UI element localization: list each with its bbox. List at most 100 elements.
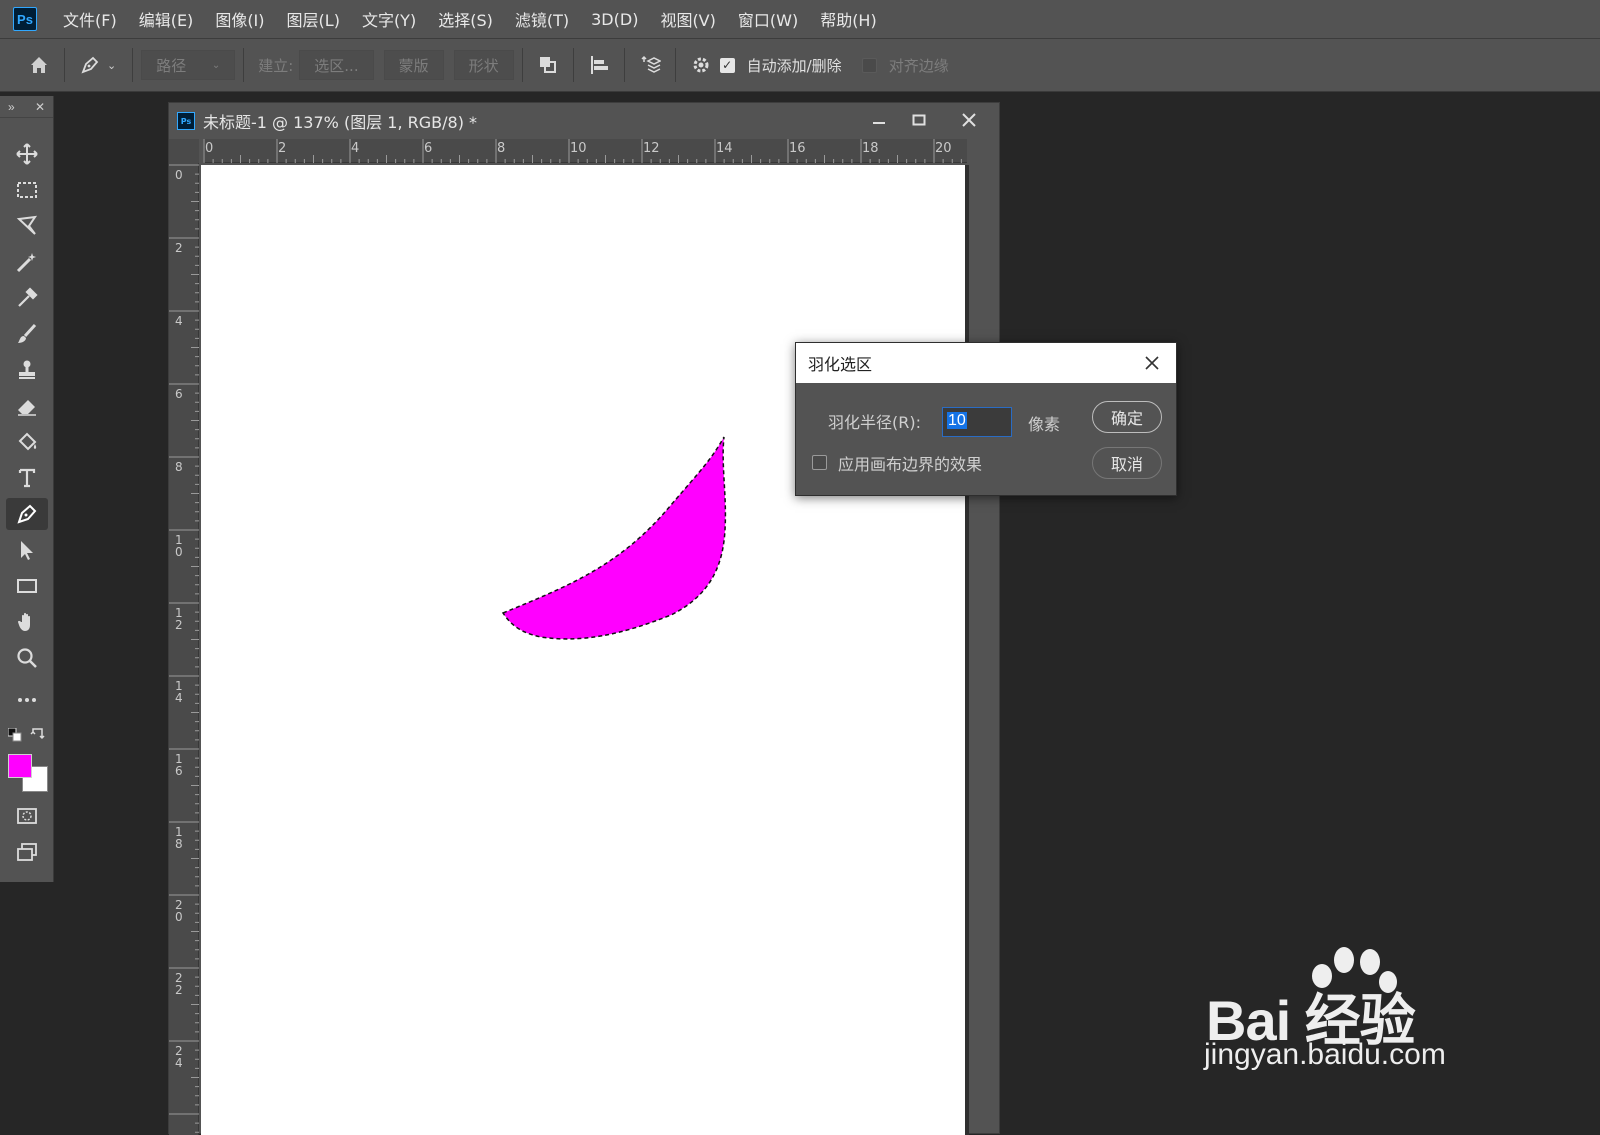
collapse-icon[interactable]: » bbox=[8, 100, 15, 114]
menu-3d[interactable]: 3D(D) bbox=[591, 10, 638, 29]
eraser-tool-icon[interactable] bbox=[6, 390, 48, 422]
ruler-left-label: 6 bbox=[175, 387, 183, 401]
eyedropper-tool-icon[interactable] bbox=[6, 282, 48, 314]
move-tool-icon[interactable] bbox=[6, 138, 48, 170]
ruler-top-label: 20 bbox=[935, 141, 952, 156]
ruler-left-label: 1 6 bbox=[175, 752, 183, 778]
ruler-left-label: 1 0 bbox=[175, 533, 183, 559]
window-controls bbox=[859, 103, 999, 137]
shape-button[interactable]: 形状 bbox=[453, 50, 514, 80]
maximize-button[interactable] bbox=[899, 105, 939, 135]
menu-select[interactable]: 选择(S) bbox=[438, 7, 493, 31]
ruler-left-label: 2 0 bbox=[175, 898, 183, 924]
hand-tool-icon[interactable] bbox=[6, 606, 48, 638]
align-edges-checkbox[interactable] bbox=[861, 57, 877, 73]
auto-add-delete-label: 自动添加/删除 bbox=[746, 56, 842, 75]
rectangle-tool-icon[interactable] bbox=[6, 570, 48, 602]
vertical-ruler[interactable]: 0 2 4 6 8 1 0 1 2 1 4 1 6 1 8 2 0 2 2 2 … bbox=[169, 163, 199, 1135]
feather-radius-input[interactable]: 10 bbox=[942, 407, 1012, 437]
mode-select[interactable]: 路径 ⌄ bbox=[141, 50, 236, 80]
align-edges-label: 对齐边缘 bbox=[888, 56, 949, 75]
magic-wand-tool-icon[interactable] bbox=[6, 246, 48, 278]
ruler-left-label: 2 4 bbox=[175, 1044, 183, 1070]
menu-view[interactable]: 视图(V) bbox=[660, 7, 715, 31]
lasso-tool-icon[interactable] bbox=[6, 210, 48, 242]
chevron-down-icon[interactable]: ⌄ bbox=[107, 59, 116, 72]
ruler-corner[interactable] bbox=[169, 139, 199, 163]
ruler-top-label: 10 bbox=[570, 141, 587, 156]
path-alignment-icon[interactable] bbox=[582, 48, 616, 82]
horizontal-ruler[interactable]: 0 2 4 6 8 10 12 14 16 18 20 bbox=[203, 139, 967, 163]
home-icon[interactable] bbox=[22, 48, 56, 82]
dialog-title: 羽化选区 bbox=[808, 355, 873, 374]
photoshop-logo-icon: Ps bbox=[13, 7, 37, 31]
type-tool-icon[interactable] bbox=[6, 462, 48, 494]
close-icon[interactable]: ✕ bbox=[35, 100, 45, 114]
watermark-url: jingyan.baidu.com bbox=[1204, 1038, 1446, 1071]
ruler-top-label: 4 bbox=[351, 141, 360, 156]
tools-panel-header: » ✕ bbox=[0, 96, 53, 118]
mode-select-value: 路径 bbox=[156, 56, 187, 75]
ruler-top-label: 8 bbox=[497, 141, 506, 156]
gear-icon[interactable] bbox=[684, 48, 718, 82]
ruler-left-label: 4 bbox=[175, 314, 183, 328]
baidu-jingyan-watermark: Bai 经验 jingyan.baidu.com bbox=[1200, 940, 1500, 1080]
default-colors-icon[interactable] bbox=[7, 727, 22, 742]
ruler-left-label: 1 2 bbox=[175, 606, 183, 632]
path-operations-icon[interactable] bbox=[531, 48, 565, 82]
pen-tool-preset-icon[interactable] bbox=[73, 48, 107, 82]
screen-mode-icon[interactable] bbox=[6, 836, 48, 868]
tools-panel: » ✕ bbox=[0, 96, 54, 882]
cancel-button[interactable]: 取消 bbox=[1092, 447, 1162, 479]
unit-label: 像素 bbox=[1028, 415, 1061, 434]
document-window: Ps 未标题-1 @ 137% (图层 1, RGB/8) * 0 2 4 6 … bbox=[168, 102, 1000, 1135]
pen-tool-icon[interactable] bbox=[6, 498, 48, 530]
foreground-color-swatch[interactable] bbox=[8, 754, 32, 778]
ruler-top-label: 6 bbox=[424, 141, 433, 156]
brush-tool-icon[interactable] bbox=[6, 318, 48, 350]
chevron-down-icon: ⌄ bbox=[211, 59, 221, 71]
mask-button[interactable]: 蒙版 bbox=[383, 50, 444, 80]
ruler-top-label: 12 bbox=[643, 141, 660, 156]
menu-filter[interactable]: 滤镜(T) bbox=[515, 7, 569, 31]
ruler-left-label: 8 bbox=[175, 460, 183, 474]
menu-edit[interactable]: 编辑(E) bbox=[139, 7, 194, 31]
path-arrangement-icon[interactable] bbox=[633, 48, 667, 82]
close-icon[interactable] bbox=[1140, 351, 1164, 375]
swap-colors-icon[interactable] bbox=[30, 726, 46, 742]
apply-canvas-edge-label: 应用画布边界的效果 bbox=[838, 455, 983, 474]
ruler-top-label: 16 bbox=[789, 141, 806, 156]
menu-help[interactable]: 帮助(H) bbox=[820, 7, 877, 31]
canvas-area[interactable] bbox=[201, 165, 969, 1135]
menu-file[interactable]: 文件(F) bbox=[63, 7, 117, 31]
close-button[interactable] bbox=[939, 105, 999, 135]
ruler-left-label: 0 bbox=[175, 168, 183, 182]
auto-add-delete-checkbox[interactable]: ✓ bbox=[719, 57, 735, 73]
menu-layer[interactable]: 图层(L) bbox=[287, 7, 340, 31]
make-label: 建立: bbox=[258, 56, 294, 75]
clone-stamp-tool-icon[interactable] bbox=[6, 354, 48, 386]
quick-mask-icon[interactable] bbox=[6, 800, 48, 832]
minimize-button[interactable] bbox=[859, 105, 899, 135]
selection-button[interactable]: 选区... bbox=[299, 50, 374, 80]
zoom-tool-icon[interactable] bbox=[6, 642, 48, 674]
ruler-left-label: 1 8 bbox=[175, 825, 183, 851]
ok-button[interactable]: 确定 bbox=[1092, 401, 1162, 433]
feather-selection-shape[interactable] bbox=[201, 165, 965, 1135]
more-tools-icon[interactable] bbox=[6, 684, 48, 716]
ruler-top-label: 2 bbox=[278, 141, 287, 156]
ruler-top-label: 14 bbox=[716, 141, 733, 156]
menu-type[interactable]: 文字(Y) bbox=[362, 7, 416, 31]
menu-window[interactable]: 窗口(W) bbox=[738, 7, 798, 31]
menu-image[interactable]: 图像(I) bbox=[215, 7, 264, 31]
photoshop-doc-icon: Ps bbox=[177, 112, 195, 130]
paint-bucket-tool-icon[interactable] bbox=[6, 426, 48, 458]
apply-canvas-edge-checkbox[interactable] bbox=[812, 455, 827, 470]
marquee-tool-icon[interactable] bbox=[6, 174, 48, 206]
ruler-top-label: 18 bbox=[862, 141, 879, 156]
path-selection-tool-icon[interactable] bbox=[6, 534, 48, 566]
ruler-top-label: 0 bbox=[205, 141, 214, 156]
document-title: 未标题-1 @ 137% (图层 1, RGB/8) * bbox=[203, 113, 478, 132]
canvas[interactable] bbox=[201, 165, 965, 1135]
feather-radius-value: 10 bbox=[947, 412, 967, 429]
